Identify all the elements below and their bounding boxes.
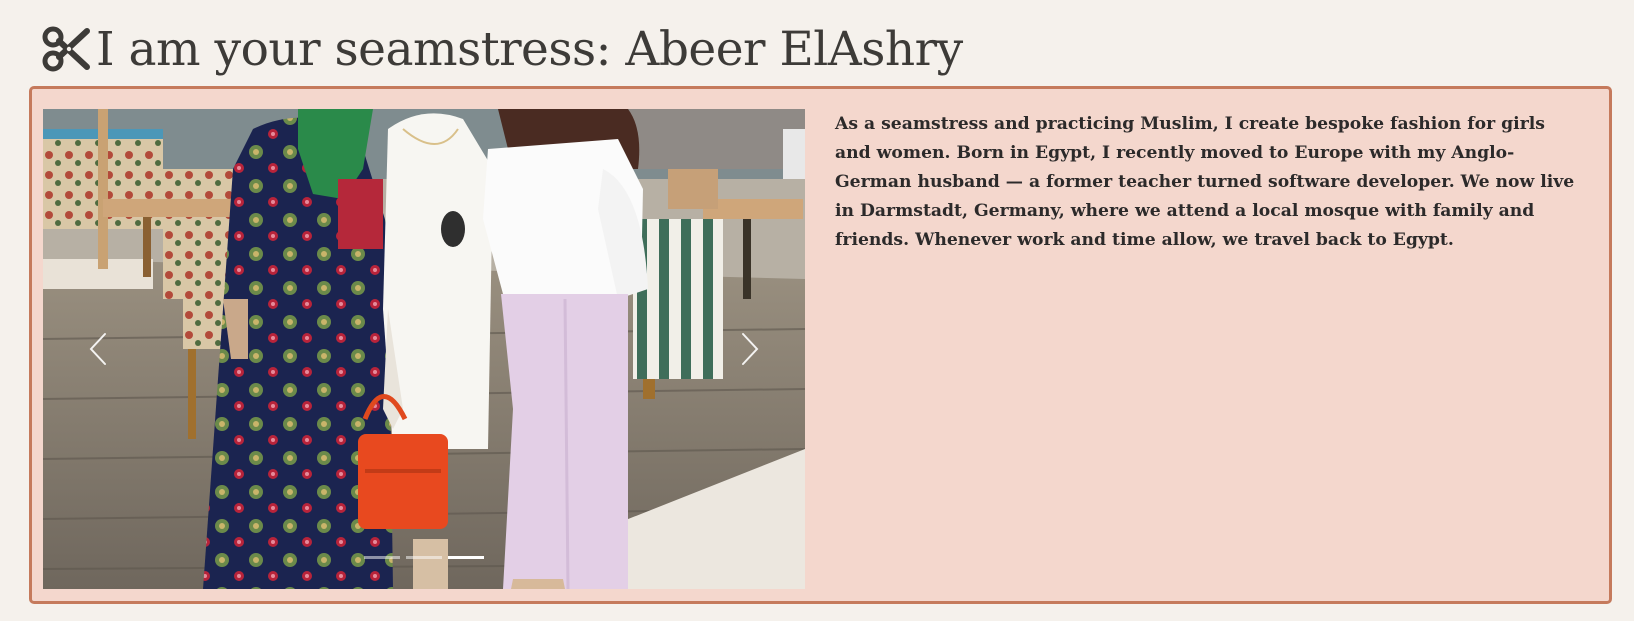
carousel-indicators bbox=[43, 556, 805, 559]
about-card: As a seamstress and practicing Muslim, I… bbox=[29, 86, 1612, 604]
scissors-icon bbox=[42, 26, 90, 72]
carousel-indicator-1[interactable] bbox=[364, 556, 400, 559]
page-header: I am your seamstress: Abeer ElAshry bbox=[40, 18, 963, 80]
chevron-left-icon bbox=[89, 333, 106, 365]
carousel-indicator-2[interactable] bbox=[406, 556, 442, 559]
bio-text: As a seamstress and practicing Muslim, I… bbox=[835, 114, 1575, 250]
chevron-right-icon bbox=[742, 333, 759, 365]
photo-carousel[interactable] bbox=[43, 109, 805, 589]
page-title: I am your seamstress: Abeer ElAshry bbox=[96, 21, 963, 77]
carousel-indicator-3[interactable] bbox=[448, 556, 484, 559]
carousel-photo bbox=[43, 109, 805, 589]
carousel-next-button[interactable] bbox=[695, 109, 805, 589]
carousel-prev-button[interactable] bbox=[43, 109, 153, 589]
